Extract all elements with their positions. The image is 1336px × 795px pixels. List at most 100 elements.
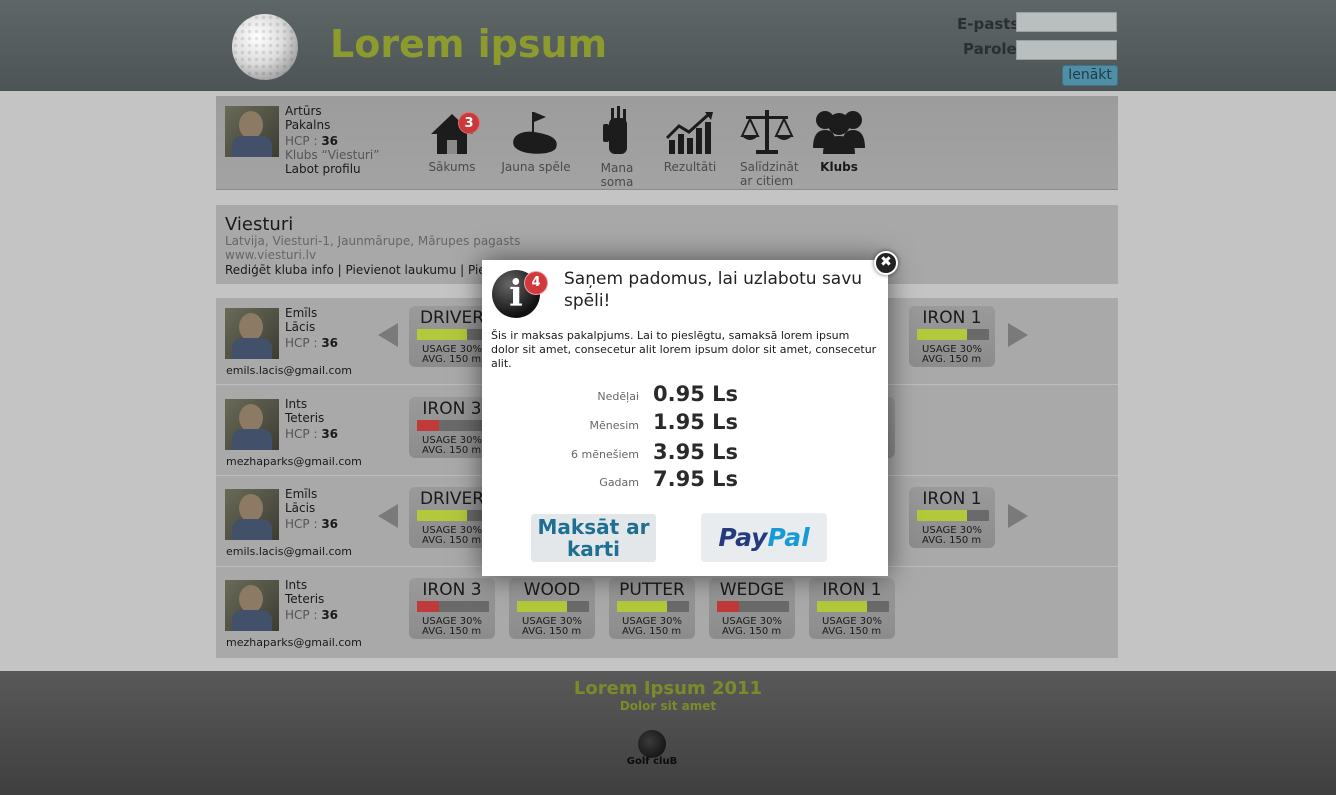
player-last-name: Lācis — [285, 501, 316, 515]
price-value: 0.95 Ls — [653, 382, 739, 406]
card-title: IRON 1 — [922, 489, 982, 509]
club-card[interactable]: WOOD USAGE 30% AVG. 150 m — [509, 578, 595, 639]
link-separator: | — [337, 263, 342, 277]
footer-subtitle: Dolor sit amet — [619, 699, 717, 713]
profile-hcp: HCP : 36 — [285, 134, 339, 148]
nav-home-label: Sākums — [428, 160, 476, 174]
club-card[interactable]: IRON 1 USAGE 30% AVG. 150 m — [909, 306, 995, 367]
nav-new-game[interactable]: Jauna spēle — [500, 106, 572, 176]
nav-results[interactable]: Rezultāti — [660, 106, 720, 176]
usage-bar — [717, 601, 789, 612]
nav-compare[interactable]: Salīdzināt ar citiem — [734, 106, 800, 190]
club-name: Viesturi — [225, 214, 294, 235]
golf-ball-logo — [232, 14, 298, 80]
club-card[interactable]: WEDGE USAGE 30% AVG. 150 m — [709, 578, 795, 639]
club-card[interactable]: IRON 3 USAGE 30% AVG. 150 m — [409, 578, 495, 639]
login-button[interactable]: Ienākt — [1062, 65, 1118, 86]
club-card[interactable]: IRON 1 USAGE 30% AVG. 150 m — [809, 578, 895, 639]
card-title: IRON 3 — [422, 580, 482, 600]
email-field[interactable] — [1016, 12, 1117, 32]
card-avg: AVG. 150 m — [422, 354, 482, 365]
password-field[interactable] — [1016, 40, 1117, 60]
paypal-button[interactable]: PayPal — [701, 513, 827, 562]
player-avatar[interactable] — [225, 489, 279, 540]
player-email[interactable]: mezhaparks@gmail.com — [226, 455, 362, 468]
golf-bag-icon — [603, 106, 627, 154]
card-title: WOOD — [523, 580, 581, 600]
card-title: PUTTER — [619, 580, 685, 600]
golf-green-icon — [513, 112, 557, 154]
club-website[interactable]: www.viesturi.lv — [225, 248, 316, 262]
card-title: IRON 1 — [922, 308, 982, 328]
carousel-next-button[interactable] — [1008, 504, 1028, 528]
nav-compare-label: Salīdzināt ar citiem — [740, 160, 799, 188]
player-avatar[interactable] — [225, 308, 279, 359]
usage-bar — [417, 420, 489, 431]
usage-bar — [517, 601, 589, 612]
nav-my-bag-label: Mana soma — [600, 161, 634, 189]
chart-icon — [665, 112, 713, 154]
usage-bar — [817, 601, 889, 612]
footer-title: Lorem Ipsum 2011 — [573, 678, 763, 699]
price-value: 1.95 Ls — [653, 410, 739, 434]
usage-bar — [417, 510, 489, 521]
player-email[interactable]: emils.lacis@gmail.com — [226, 545, 352, 558]
email-label: E-pasts — [957, 15, 1020, 33]
nav-new-game-label: Jauna spēle — [501, 160, 571, 174]
subscription-modal: i 4 Saņem padomus, lai uzlabotu savu spē… — [482, 260, 888, 576]
carousel-prev-button[interactable] — [378, 323, 398, 347]
card-avg: AVG. 150 m — [822, 626, 882, 637]
card-title: WEDGE — [719, 580, 785, 600]
card-avg: AVG. 150 m — [422, 445, 482, 456]
card-avg: AVG. 150 m — [522, 626, 582, 637]
nav-club[interactable]: Klubs — [808, 106, 870, 176]
add-course-link[interactable]: Pievienot laukumu — [346, 263, 457, 277]
player-avatar[interactable] — [225, 580, 279, 631]
site-title: Lorem ipsum — [330, 22, 608, 66]
club-links: Rediģēt kluba info | Pievienot laukumu |… — [225, 263, 490, 277]
club-card[interactable]: PUTTER USAGE 30% AVG. 150 m — [609, 578, 695, 639]
player-first-name: Ints — [285, 397, 308, 411]
card-avg: AVG. 150 m — [422, 626, 482, 637]
avatar[interactable] — [225, 106, 279, 157]
price-label: 6 mēnešiem — [571, 448, 639, 461]
modal-description: Šis ir maksas pakalpjums. Lai to pieslēg… — [491, 329, 877, 370]
nav-my-bag[interactable]: Mana soma — [584, 106, 650, 189]
player-first-name: Ints — [285, 578, 308, 592]
club-card[interactable]: IRON 1 USAGE 30% AVG. 150 m — [909, 487, 995, 548]
carousel-next-button[interactable] — [1008, 323, 1028, 347]
player-email[interactable]: mezhaparks@gmail.com — [226, 636, 362, 649]
player-first-name: Emīls — [285, 306, 318, 320]
card-avg: AVG. 150 m — [922, 535, 982, 546]
profile-club: Klubs “Viesturi” — [285, 148, 380, 162]
modal-title: Saņem padomus, lai uzlabotu savu spēli! — [564, 269, 863, 311]
price-label: Nedēļai — [597, 390, 639, 403]
price-label: Mēnesim — [589, 419, 640, 432]
header: Lorem ipsum E-pasts Parole Ienākt — [0, 0, 1336, 91]
player-first-name: Emīls — [285, 487, 318, 501]
player-avatar[interactable] — [225, 399, 279, 450]
player-hcp: HCP : 36 — [285, 608, 339, 622]
player-hcp: HCP : 36 — [285, 336, 339, 350]
price-value: 3.95 Ls — [653, 440, 739, 464]
card-avg: AVG. 150 m — [622, 626, 682, 637]
nav-home[interactable]: 3 Sākums — [424, 106, 480, 176]
footer: Lorem Ipsum 2011 Dolor sit amet Golf clu… — [0, 671, 1336, 795]
edit-profile-link[interactable]: Labot profilu — [285, 162, 361, 176]
usage-bar — [617, 601, 689, 612]
carousel-prev-button[interactable] — [378, 504, 398, 528]
footer-logo-text: Golf cluB — [626, 756, 678, 767]
nav-club-label: Klubs — [820, 160, 858, 174]
player-email[interactable]: emils.lacis@gmail.com — [226, 364, 352, 377]
info-badge: 4 — [524, 271, 548, 295]
edit-club-link[interactable]: Rediģēt kluba info — [225, 263, 334, 277]
card-avg: AVG. 150 m — [422, 535, 482, 546]
card-avg: AVG. 150 m — [922, 354, 982, 365]
player-hcp: HCP : 36 — [285, 427, 339, 441]
close-icon[interactable]: ✖ — [874, 251, 898, 275]
nav-results-label: Rezultāti — [663, 160, 717, 174]
card-title: IRON 1 — [822, 580, 882, 600]
link-separator: | — [460, 263, 465, 277]
usage-bar — [417, 329, 489, 340]
pay-by-card-button[interactable]: Maksāt ar karti — [531, 514, 656, 562]
